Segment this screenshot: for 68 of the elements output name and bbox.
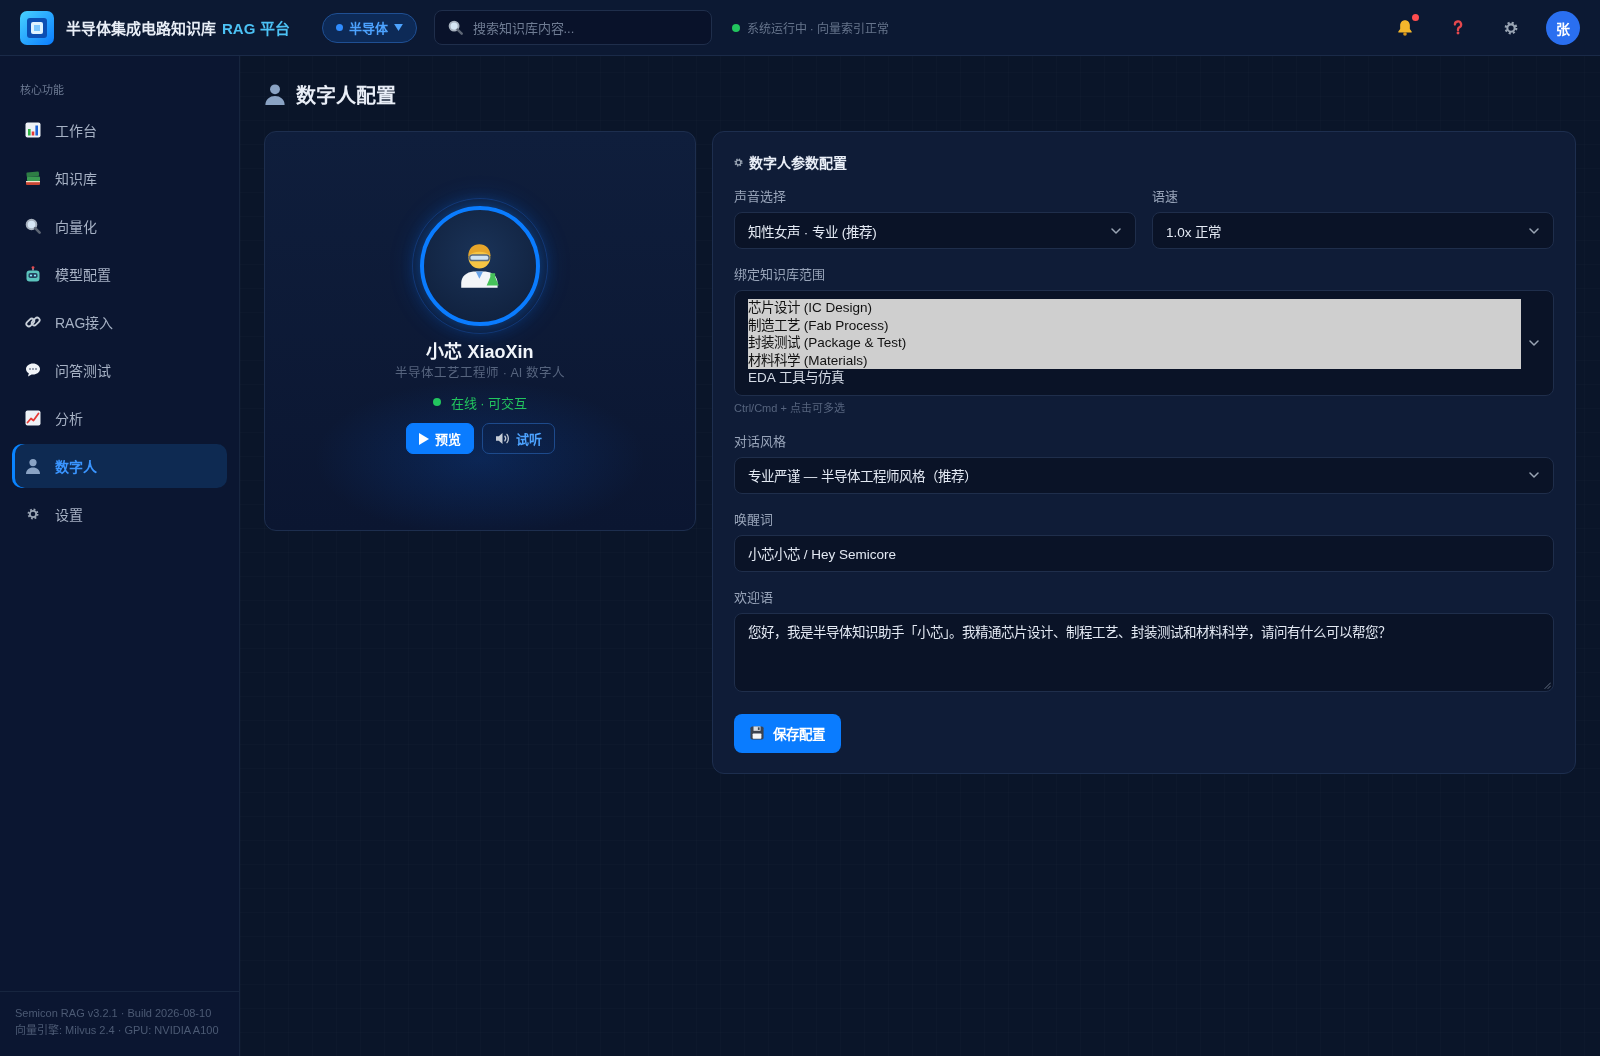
footer-text: 向量引擎: Milvus 2.4 · GPU: NVIDIA A100 (15, 1023, 220, 1038)
nav-item[interactable]: 向量化 (12, 204, 227, 248)
dropdown-field[interactable]: 知性女声 · 专业 (推荐) (734, 212, 1136, 249)
avatar-name: 小芯 XiaoXin (426, 341, 534, 364)
section-label: 核心功能 (20, 83, 64, 98)
listbox-option[interactable]: 芯片设计 (IC Design) (748, 299, 1521, 317)
field-label: 声音选择 (734, 188, 786, 206)
nav-item[interactable]: 知识库 (12, 156, 227, 200)
nav-item[interactable]: RAG接入 (12, 300, 227, 344)
status-text: 系统运行中 · 向量索引正常 (746, 21, 890, 36)
panel-title: 数字人参数配置 (749, 154, 847, 172)
books-icon (25, 170, 41, 186)
person-icon (25, 458, 41, 474)
dropdown-field[interactable]: 1.0x 正常 (1152, 212, 1554, 249)
text-input[interactable]: 小芯小芯 / Hey Semicore (734, 534, 1554, 572)
listbox-option[interactable]: EDA 工具与仿真 (748, 369, 1521, 387)
speech-bubble-icon (25, 362, 41, 378)
dropdown-field[interactable]: 专业严谨 — 半导体工程师风格（推荐） (734, 456, 1554, 494)
nav-item[interactable]: 分析 (12, 396, 227, 440)
gear-icon (27, 508, 39, 520)
chevron-down-icon (1529, 339, 1539, 346)
link-icon (25, 314, 41, 330)
nav-item[interactable]: 设置 (12, 492, 227, 536)
avatar-role: 半导体工艺工程师 · AI 数字人 (395, 365, 565, 382)
page-title: 数字人配置 (296, 83, 396, 109)
resize-handle-icon[interactable] (1544, 681, 1551, 689)
field-label: 语速 (1152, 188, 1178, 206)
chip-logo-icon (20, 10, 54, 45)
nav-item[interactable]: 模型配置 (12, 252, 227, 296)
field-label: 对话风格 (734, 432, 786, 451)
help-icon[interactable] (1453, 20, 1463, 35)
user-avatar[interactable]: 张 (1546, 10, 1580, 45)
search-field[interactable]: 搜索知识库内容... (433, 10, 712, 45)
domain-selector[interactable]: 半导体 (321, 12, 417, 43)
field-hint: Ctrl/Cmd + 点击可多选 (734, 400, 845, 416)
gear-icon (734, 157, 743, 167)
field-label: 绑定知识库范围 (734, 266, 825, 284)
magnifier-icon (25, 218, 41, 234)
search-icon (447, 20, 463, 35)
footer-text: Semicon RAG v3.2.1 · Build 2026-08-10 (15, 1006, 213, 1021)
brand-name: 半导体集成电路知识库 (66, 19, 216, 38)
bell-icon[interactable] (1398, 19, 1412, 36)
listbox-option[interactable]: 封装测试 (Package & Test) (748, 334, 1521, 352)
field-label: 唤醒词 (734, 510, 773, 529)
listbox-field[interactable]: 芯片设计 (IC Design) 制造工艺 (Fab Process) 封装测试 (Package & Test) 材料科学 (Materials) EDA 工具与仿真 (734, 290, 1554, 396)
caret-down-icon (393, 24, 403, 31)
robot-icon (25, 266, 41, 282)
settings-icon[interactable] (1504, 20, 1518, 35)
line-chart-icon (25, 410, 41, 426)
dot-icon (335, 24, 343, 31)
field-label: 欢迎语 (734, 588, 773, 607)
nav-item[interactable]: 数字人 (12, 444, 227, 488)
chevron-down-icon (1111, 227, 1121, 234)
bar-chart-icon (25, 122, 41, 138)
person-icon (264, 83, 286, 105)
save-button[interactable]: 保存配置 (734, 713, 841, 753)
status-text: 在线 · 可交互 (450, 394, 528, 412)
brand-accent: RAG 平台 (222, 19, 290, 38)
nav-item[interactable]: 问答测试 (12, 348, 227, 392)
text-area[interactable]: 您好，我是半导体知识助手「小芯」。我精通芯片设计、制程工艺、封装测试和材料科学，请问有什么可以帮您？ (734, 612, 1554, 692)
speaker-icon (494, 432, 510, 445)
play-icon (418, 432, 429, 445)
chevron-down-icon (1529, 227, 1539, 234)
preview-button[interactable]: 预览 (405, 423, 474, 454)
nav-item[interactable]: 工作台 (12, 108, 227, 152)
chevron-down-icon (1529, 472, 1539, 478)
listen-button[interactable]: 试听 (481, 423, 555, 454)
scientist-icon (460, 244, 500, 288)
